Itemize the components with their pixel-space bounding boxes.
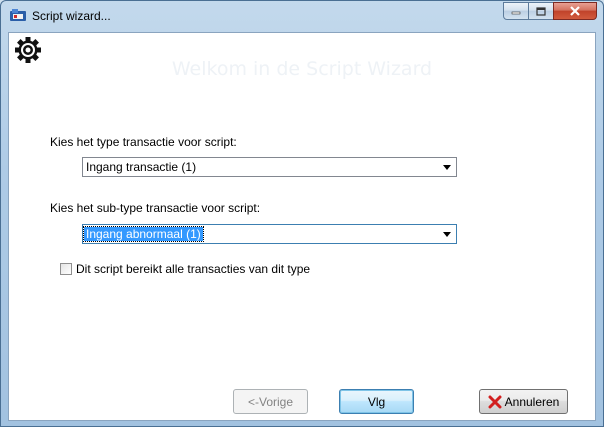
minimize-button[interactable] [503, 2, 529, 20]
type-select[interactable]: Ingang transactie (1) [82, 157, 457, 177]
type-select-value: Ingang transactie (1) [86, 160, 197, 174]
maximize-button[interactable] [528, 2, 554, 20]
chevron-down-icon [443, 165, 451, 170]
close-button[interactable] [553, 2, 597, 20]
next-button[interactable]: Vlg [339, 389, 414, 414]
type-label: Kies het type transactie voor script: [50, 135, 237, 149]
app-icon [10, 9, 26, 21]
subtype-label: Kies het sub-type transactie voor script… [50, 201, 261, 215]
window-title: Script wizard... [32, 9, 111, 23]
cancel-button-label: Annuleren [504, 394, 560, 409]
minimize-icon [511, 11, 521, 15]
banner: Welkom in de Script Wizard [9, 33, 595, 111]
wizard-panel: Welkom in de Script Wizard Kies het type… [8, 32, 596, 421]
cancel-button[interactable]: Annuleren [479, 389, 568, 414]
title-bar[interactable]: Script wizard... [1, 1, 603, 32]
apply-all-label: Dit script bereikt alle transacties van … [76, 262, 311, 276]
apply-all-checkbox[interactable] [60, 263, 72, 275]
subtype-select-value: Ingang abnormaal (1) [83, 226, 204, 242]
window-controls [503, 2, 597, 22]
wizard-window: Script wizard... Welkom in de Script Wiz… [0, 0, 604, 427]
previous-button[interactable]: <-Vorige [233, 389, 308, 414]
maximize-icon [536, 6, 546, 16]
banner-title: Welkom in de Script Wizard [171, 58, 433, 80]
subtype-select[interactable]: Ingang abnormaal (1) [82, 224, 457, 244]
close-icon [570, 6, 580, 16]
chevron-down-icon [443, 232, 451, 237]
cancel-icon [488, 395, 502, 408]
